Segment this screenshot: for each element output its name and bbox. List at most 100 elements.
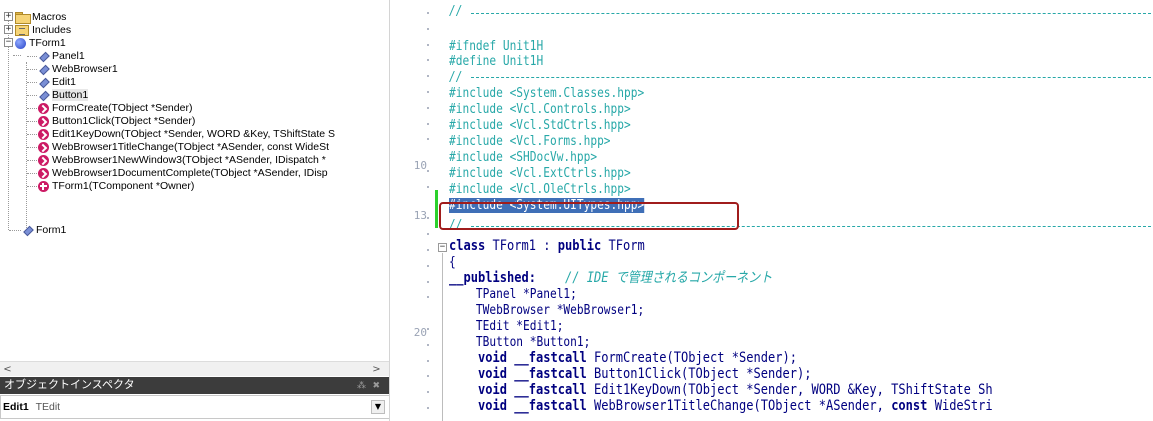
keyword: __fastcall [514, 350, 587, 366]
code-line: TPanel *Panel1; [449, 287, 577, 302]
keyword: const [891, 398, 928, 414]
code-text: WebBrowser1TitleChange(TObject *ASender, [586, 398, 892, 414]
tree-item-webbrowser1[interactable]: WebBrowser1 [38, 63, 118, 75]
gutter-dot [427, 27, 429, 30]
tree-item-panel1[interactable]: Panel1 [38, 50, 85, 62]
gutter-dot [427, 264, 429, 267]
method-icon [38, 154, 49, 166]
scroll-left-icon[interactable]: < [0, 362, 15, 377]
gutter-dot [427, 296, 429, 299]
keyword: void [449, 366, 515, 382]
tree-item-edit1keydown[interactable]: Edit1KeyDown(TObject *Sender, WORD &Key,… [38, 128, 335, 140]
gutter-dot [427, 280, 429, 283]
class-icon [15, 37, 26, 49]
method-icon [38, 115, 49, 127]
tree-item-webbrowser1titlechange[interactable]: WebBrowser1TitleChange(TObject *ASender,… [38, 141, 329, 153]
code-line: #include <Vcl.Forms.hpp> [449, 134, 611, 149]
gutter-dot [427, 59, 429, 62]
tree-connector [27, 108, 37, 109]
line-number: 13 [413, 209, 427, 222]
code-line: #include <Vcl.OleCtrls.hpp> [449, 182, 631, 197]
gutter-dot [427, 43, 429, 46]
comment-text: // IDE で管理されるコンポーネント [535, 270, 773, 286]
code-text: WideStri [927, 398, 993, 414]
tree-connector [27, 147, 37, 148]
tree-item-includes[interactable]: Includes [15, 24, 71, 36]
scroll-right-icon[interactable]: > [369, 362, 384, 377]
code-line: // [449, 70, 463, 85]
code-line: void __fastcall Edit1KeyDown(TObject *Se… [449, 382, 993, 398]
tree-item-webbrowser1newwindow3[interactable]: WebBrowser1NewWindow3(TObject *ASender, … [38, 154, 326, 166]
tree-item-edit1[interactable]: Edit1 [38, 76, 76, 88]
gutter-dot [427, 407, 429, 409]
code-line: #include <Vcl.Controls.hpp> [449, 102, 631, 117]
code-text: Button1Click(TObject *Sender); [586, 366, 812, 382]
gutter-dot [427, 170, 429, 172]
keyword: class [449, 238, 486, 254]
tree-connector [27, 69, 37, 70]
gutter-dot [427, 328, 429, 330]
tree-connector [26, 62, 27, 228]
gutter-dot [427, 106, 429, 109]
tree-item-form1[interactable]: Form1 [22, 224, 66, 236]
keyword: __fastcall [514, 382, 587, 398]
code-text: TForm1 : [485, 238, 558, 254]
include-folder-icon [15, 24, 29, 36]
selected-object-type: TEdit [35, 401, 61, 413]
structure-pane: + Macros + Includes − TForm1 Panel1 WebB… [0, 0, 390, 421]
fold-class-icon[interactable]: − [438, 243, 447, 252]
gutter-dot [427, 233, 429, 236]
code-line: #include <System.Classes.hpp> [449, 86, 645, 101]
code-text: FormCreate(TObject *Sender); [586, 350, 797, 366]
tree-connector [27, 56, 37, 57]
method-icon [38, 141, 49, 153]
gutter-dot [427, 12, 429, 14]
tree-item-macros[interactable]: Macros [15, 11, 66, 24]
code-line: // [449, 5, 462, 18]
tree-item-tform1-constructor[interactable]: TForm1(TComponent *Owner) [38, 180, 194, 192]
code-line: class TForm1 : public TForm [449, 238, 645, 254]
tree-item-button1click[interactable]: Button1Click(TObject *Sender) [38, 115, 195, 127]
gutter-dot [427, 359, 429, 362]
code-line: { [449, 255, 456, 270]
expand-macros-icon[interactable]: + [4, 12, 13, 21]
tree-connector [27, 173, 37, 174]
code-line: #define Unit1H [449, 54, 544, 69]
gutter-dot [427, 217, 429, 220]
tree-item-formcreate[interactable]: FormCreate(TObject *Sender) [38, 102, 192, 114]
gutter-dot [427, 91, 429, 93]
folder-icon [15, 12, 31, 24]
code-text: TForm [601, 238, 645, 254]
gutter-dot [427, 75, 429, 78]
tree-item-button1[interactable]: Button1 [38, 89, 89, 101]
code-line: #include <SHDocVw.hpp> [449, 150, 598, 165]
code-text: Edit1KeyDown(TObject *Sender, WORD &Key,… [586, 382, 993, 398]
code-line: __published: // IDE で管理されるコンポーネント [449, 270, 773, 286]
method-icon [38, 128, 49, 140]
tree-item-webbrowser1documentcomplete[interactable]: WebBrowser1DocumentComplete(TObject *ASe… [38, 167, 328, 179]
field-icon [38, 51, 49, 62]
tree-connector [13, 55, 21, 56]
pin-close-icon[interactable]: ⁂ ✖ [357, 377, 382, 394]
constructor-icon [38, 180, 49, 192]
line-number: 20 [413, 326, 427, 339]
method-icon [38, 167, 49, 179]
keyword: __published: [449, 270, 536, 286]
collapse-tform1-icon[interactable]: − [4, 38, 13, 47]
modified-lines-bar [435, 190, 438, 228]
tree-item-tform1[interactable]: TForm1 [15, 37, 66, 49]
object-selector-combo[interactable]: Edit1 TEdit ▼ [0, 395, 389, 419]
code-line: void __fastcall FormCreate(TObject *Send… [449, 350, 797, 366]
chevron-down-icon[interactable]: ▼ [371, 400, 385, 414]
field-icon [38, 90, 49, 101]
tree-connector [27, 186, 37, 187]
tree-connector [9, 230, 21, 231]
code-line: TButton *Button1; [449, 335, 591, 350]
comment-rule [471, 13, 1151, 14]
code-line: #ifndef Unit1H [449, 39, 544, 54]
code-line: void __fastcall Button1Click(TObject *Se… [449, 366, 812, 382]
tree-horizontal-scrollbar[interactable]: < > [0, 361, 389, 377]
keyword: public [557, 238, 602, 254]
expand-includes-icon[interactable]: + [4, 25, 13, 34]
gutter-dot [427, 343, 429, 346]
